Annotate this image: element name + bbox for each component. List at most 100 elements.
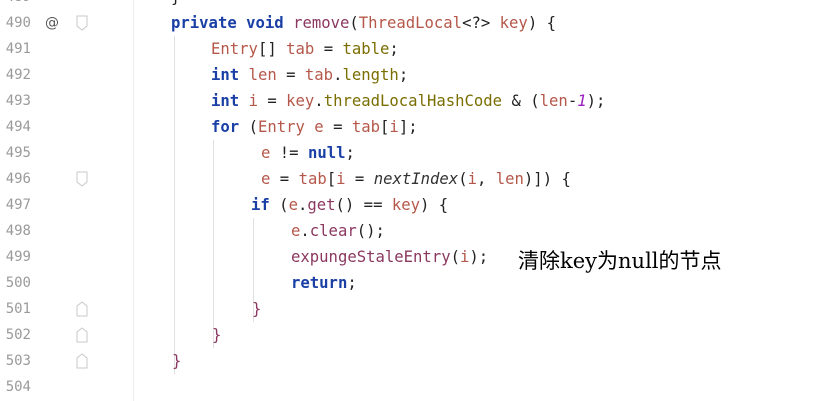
- code-token: len: [495, 170, 524, 188]
- code-editor[interactable]: 489} 490 @ private void remove(ThreadLocal<…: [0, 0, 820, 401]
- code-token: ();: [356, 222, 385, 240]
- code-text: e = tab[i = nextIndex(i, len)]) {: [261, 169, 571, 189]
- code-token: (: [450, 248, 460, 266]
- code-text: }: [171, 0, 180, 7]
- line-number: 495: [5, 145, 31, 161]
- code-token: ;: [345, 144, 355, 162]
- code-token: e: [291, 222, 301, 240]
- code-text: expungeStaleEntry(i);: [291, 247, 488, 267]
- code-token: i: [336, 170, 355, 188]
- code-line[interactable]: 496 e = tab[i = nextIndex(i, len)]) {: [0, 166, 820, 192]
- code-token: ;: [398, 66, 409, 84]
- code-token: i: [248, 92, 268, 110]
- code-line[interactable]: 493 int i = key.threadLocalHashCode & (le…: [0, 88, 820, 114]
- fold-marker-icon[interactable]: [76, 15, 88, 31]
- code-token: get: [307, 196, 336, 214]
- code-text: private void remove(ThreadLocal<?> key) …: [171, 13, 556, 33]
- line-number: 493: [5, 93, 31, 109]
- code-token: return: [291, 274, 348, 292]
- line-number: 491: [5, 41, 31, 57]
- code-line[interactable]: 494 for (Entry e = tab[i];: [0, 114, 820, 140]
- code-token: ,: [476, 170, 496, 188]
- code-token: length: [342, 66, 399, 84]
- code-token: () ==: [335, 196, 392, 214]
- line-number: 501: [5, 301, 31, 317]
- code-line[interactable]: 491 Entry[] tab = table;: [0, 36, 820, 62]
- line-number: 490: [5, 15, 31, 31]
- code-token: (: [279, 196, 289, 214]
- fold-marker-icon[interactable]: [76, 171, 88, 187]
- code-token: i: [467, 170, 477, 188]
- line-number: 498: [5, 223, 31, 239]
- code-token: );: [586, 92, 606, 110]
- code-line[interactable]: 501}: [0, 296, 820, 322]
- code-token: i: [389, 118, 399, 136]
- code-token: =: [286, 66, 305, 84]
- code-line[interactable]: 495 e != null;: [0, 140, 820, 166]
- code-text: if (e.get() == key) {: [251, 195, 448, 215]
- code-token: if: [251, 196, 280, 214]
- code-text: }: [252, 299, 261, 319]
- code-token: ;: [389, 40, 399, 58]
- code-line[interactable]: 502}: [0, 322, 820, 348]
- code-token: .: [300, 222, 310, 240]
- code-token: [: [380, 118, 390, 136]
- line-number: 492: [5, 67, 31, 83]
- code-token: int: [211, 66, 249, 84]
- code-token: (: [248, 118, 258, 136]
- code-text: }: [172, 351, 181, 371]
- code-line[interactable]: 498 e.clear();: [0, 218, 820, 244]
- code-token: clear: [309, 222, 357, 240]
- code-line[interactable]: 492 int len = tab.length;: [0, 62, 820, 88]
- line-number: 494: [5, 119, 31, 135]
- code-token: Entry: [211, 40, 258, 58]
- code-token: }: [172, 352, 182, 370]
- code-token: tab: [286, 40, 324, 58]
- code-token: =: [333, 118, 352, 136]
- code-token: ) {: [420, 196, 449, 214]
- fold-marker-icon[interactable]: [76, 353, 88, 369]
- code-token: tab: [304, 66, 334, 84]
- code-token: <?>: [462, 14, 500, 32]
- code-line[interactable]: 490 @ private void remove(ThreadLocal<?> k…: [0, 10, 820, 36]
- code-line[interactable]: 497 if (e.get() == key) {: [0, 192, 820, 218]
- code-text: e != null;: [261, 143, 355, 163]
- code-token: e: [261, 170, 280, 188]
- code-line[interactable]: 504: [0, 374, 820, 400]
- code-token: int: [211, 92, 249, 110]
- code-token: for: [211, 118, 249, 136]
- line-number: 504: [5, 379, 31, 395]
- code-token: len: [248, 66, 287, 84]
- code-token: ;: [347, 274, 357, 292]
- code-token: }: [171, 0, 180, 6]
- code-token: e: [288, 196, 298, 214]
- code-token: !=: [279, 144, 308, 162]
- code-token: nextIndex: [373, 170, 459, 188]
- code-token: null: [307, 144, 346, 162]
- code-text: for (Entry e = tab[i];: [211, 117, 418, 137]
- code-token: );: [469, 248, 489, 266]
- code-token: (: [458, 170, 468, 188]
- code-text: }: [212, 325, 221, 345]
- fold-marker-icon[interactable]: [76, 327, 88, 343]
- code-token: [: [326, 170, 337, 188]
- code-line[interactable]: 503}: [0, 348, 820, 374]
- line-number: 500: [5, 275, 31, 291]
- code-token: }: [252, 300, 262, 318]
- fold-marker-icon[interactable]: [76, 301, 88, 317]
- code-token: tab: [351, 118, 381, 136]
- code-token: 1: [577, 92, 587, 110]
- code-token: .: [297, 196, 308, 214]
- line-number: 502: [5, 327, 31, 343]
- code-text: e.clear();: [291, 221, 385, 241]
- line-number: 496: [5, 171, 31, 187]
- code-text: return;: [291, 273, 357, 293]
- code-token: key: [286, 92, 315, 110]
- code-token: void: [246, 14, 294, 32]
- override-marker-icon[interactable]: @: [45, 13, 59, 33]
- code-line[interactable]: 489}: [0, 0, 820, 10]
- code-token: =: [323, 40, 343, 58]
- code-token: e: [314, 118, 334, 136]
- code-token: }: [212, 326, 222, 344]
- code-token: key: [391, 196, 421, 214]
